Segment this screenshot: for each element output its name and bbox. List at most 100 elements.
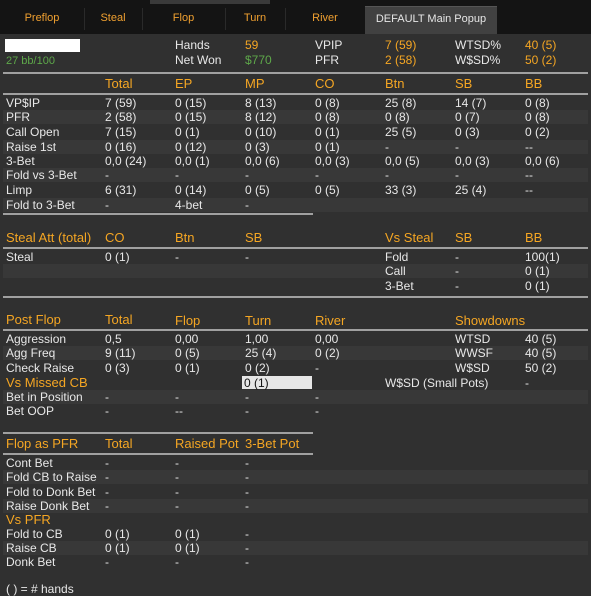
postflop-cell: - [245, 404, 249, 418]
table-row [3, 456, 588, 470]
postflop-cell: -- [175, 404, 183, 418]
tab-flop[interactable]: Flop [142, 6, 225, 34]
vs-pfr-cell: - [105, 555, 109, 569]
postflop-cell: - [105, 404, 109, 418]
tab-river[interactable]: River [285, 6, 365, 34]
preflop-row-label: Call Open [6, 125, 60, 139]
pfr-cell: - [245, 485, 249, 499]
preflop-cell: 4-bet [175, 198, 203, 212]
preflop-cell: 0 (7) [455, 110, 480, 124]
wsd-value: 50 (2) [525, 53, 557, 67]
tab-bar: Preflop Steal Flop Turn River DEFAULT Ma… [0, 0, 591, 34]
preflop-cell: 0,0 (6) [525, 154, 560, 168]
pfr-cell: - [175, 485, 179, 499]
postflop-header-turn: Turn [245, 313, 272, 328]
showdowns-title: Showdowns [455, 313, 526, 328]
preflop-row-label: Limp [6, 183, 33, 197]
postflop-cell: 0 (2) [315, 346, 340, 360]
showdown-label: WWSF [455, 346, 493, 360]
tab-steal[interactable]: Steal [84, 6, 142, 34]
hands-value: 59 [245, 38, 259, 52]
postflop-cell: - [315, 404, 319, 418]
pfr-section-title: Flop as PFR [6, 436, 79, 451]
table-row [3, 168, 588, 182]
vs-pfr-cell: - [245, 541, 249, 555]
postflop-cell: 0 (3) [105, 361, 130, 375]
vs-pfr-row-label: Fold to CB [6, 527, 63, 541]
preflop-cell: -- [525, 183, 533, 197]
preflop-cell: - [315, 168, 319, 182]
preflop-cell: 0 (8) [525, 110, 550, 124]
postflop-cell: - [315, 390, 319, 404]
preflop-cell: 0 (3) [245, 140, 270, 154]
table-row [3, 250, 588, 264]
netwon-value: $770 [245, 53, 272, 67]
tab-label: Steal [100, 12, 126, 24]
preflop-cell: - [105, 168, 109, 182]
tab-preflop[interactable]: Preflop [0, 6, 84, 34]
vs-steal-header-sb: SB [455, 230, 473, 245]
preflop-cell: 0 (1) [175, 125, 200, 139]
preflop-row-label: 3-Bet [6, 154, 35, 168]
preflop-cell: 0 (2) [525, 125, 550, 139]
table-row [3, 279, 588, 293]
wsd-small-pots-value: - [525, 376, 529, 390]
preflop-cell: 0 (15) [175, 110, 207, 124]
postflop-cell: 25 (4) [245, 346, 277, 360]
postflop-row-label: Bet in Position [6, 390, 83, 404]
tab-turn[interactable]: Turn [225, 6, 285, 34]
table-row [3, 555, 588, 569]
table-row [3, 527, 588, 541]
tab-default-main-popup[interactable]: DEFAULT Main Popup [365, 6, 497, 34]
preflop-cell: 33 (3) [385, 183, 417, 197]
wtsd-value: 40 (5) [525, 38, 557, 52]
title-strip [150, 0, 270, 4]
steal-co-value: 0 (1) [105, 250, 130, 264]
divider [3, 93, 588, 95]
preflop-cell: 8 (13) [245, 96, 277, 110]
preflop-cell: 7 (15) [105, 125, 137, 139]
vs-steal-3bet-label: 3-Bet [385, 279, 414, 293]
table-row [3, 198, 588, 212]
postflop-cell: 0 (1) [175, 361, 200, 375]
netwon-label: Net Won [175, 53, 222, 67]
table-row [3, 96, 588, 110]
showdown-label: W$SD [455, 361, 490, 375]
preflop-cell: 0 (5) [245, 183, 270, 197]
vs-pfr-cell: 0 (1) [175, 527, 200, 541]
preflop-cell: 0 (8) [385, 110, 410, 124]
postflop-cell: - [105, 390, 109, 404]
preflop-cell: 0,0 (6) [245, 154, 280, 168]
showdown-value: 50 (2) [525, 361, 557, 375]
preflop-header-sb: SB [455, 76, 473, 91]
pfr-label: PFR [315, 53, 339, 67]
preflop-cell: 6 (31) [105, 183, 137, 197]
vs-pfr-row-label: Raise CB [6, 541, 57, 555]
vs-missed-cb-value: 0 (1) [244, 376, 269, 390]
table-row [3, 346, 588, 360]
postflop-row-label: Check Raise [6, 361, 75, 375]
preflop-cell: 0 (14) [175, 183, 207, 197]
tab-label: Flop [172, 12, 195, 24]
preflop-cell: 0,0 (24) [105, 154, 147, 168]
preflop-cell: - [245, 198, 249, 212]
showdown-value: 40 (5) [525, 332, 557, 346]
table-row [3, 541, 588, 555]
tab-label: Preflop [24, 12, 60, 24]
preflop-cell: 0,0 (3) [455, 154, 490, 168]
showdown-label: WTSD [455, 332, 491, 346]
preflop-cell: 0 (8) [315, 110, 340, 124]
postflop-row-label: Bet OOP [6, 404, 55, 418]
table-row [3, 404, 588, 418]
wtsd-label: WTSD% [455, 38, 501, 52]
preflop-cell: 0 (8) [525, 96, 550, 110]
postflop-row-label: Agg Freq [6, 346, 56, 360]
pfr-cell: - [175, 499, 179, 513]
tab-label: DEFAULT Main Popup [375, 13, 487, 25]
vs-pfr-cell: - [245, 527, 249, 541]
table-row [3, 140, 588, 154]
preflop-cell: 25 (4) [455, 183, 487, 197]
preflop-cell: 0,0 (3) [315, 154, 350, 168]
vs-pfr-cell: - [245, 555, 249, 569]
preflop-cell: - [175, 168, 179, 182]
